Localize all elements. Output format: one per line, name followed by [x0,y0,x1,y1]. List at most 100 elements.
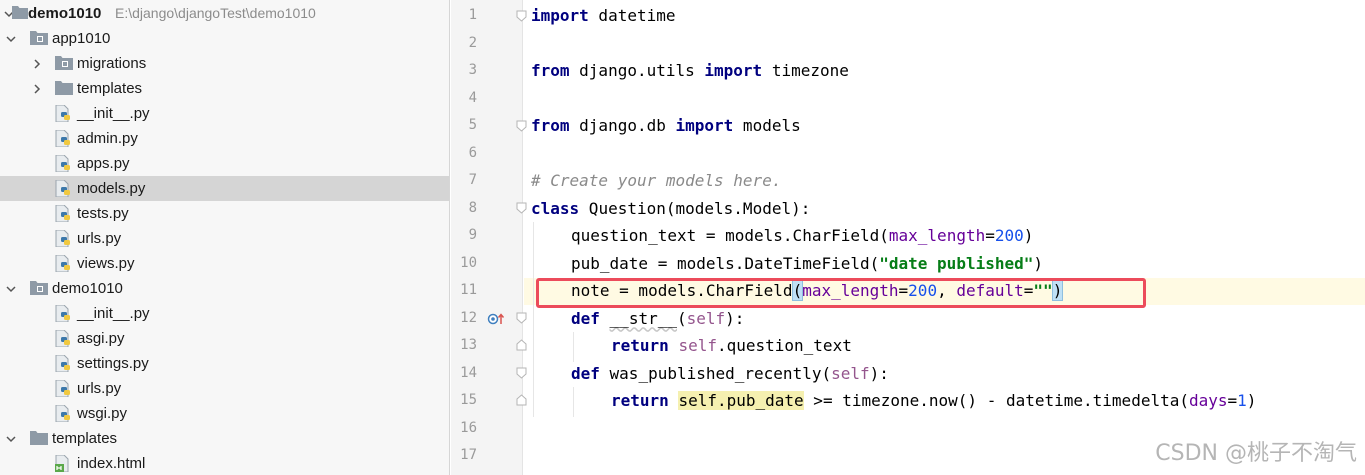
python-file-icon [55,154,73,173]
tree-item-apps-py[interactable]: apps.py [0,151,449,176]
chevron-right-icon[interactable] [30,51,44,76]
line-number: 8 [468,199,477,216]
chevron-down-icon[interactable] [4,26,18,51]
tree-item-label: demo1010 [52,280,123,297]
tree-item-views-py[interactable]: views.py [0,251,449,276]
import-name: models [733,116,801,135]
tree-item-label: tests.py [77,205,129,222]
module-name: django.utils [569,61,705,80]
python-file-icon [55,354,73,373]
tree-item-settings-py[interactable]: settings.py [0,351,449,376]
tree-item-wsgi-py[interactable]: wsgi.py [0,401,449,426]
line-number: 13 [460,337,477,353]
python-file-icon [55,129,73,148]
chevron-right-icon[interactable] [30,76,44,101]
tree-item-index-html[interactable]: index.html [0,451,449,475]
import-name: timezone [762,61,849,80]
line-number: 14 [460,364,477,381]
package-folder-icon [55,55,73,72]
fold-marker-icon[interactable] [516,367,527,379]
line-number: 9 [468,227,477,243]
tree-item-app1010[interactable]: app1010 [0,26,449,51]
tree-item-init-py[interactable]: __init__.py [0,101,449,126]
tree-item-label: models.py [77,180,146,197]
tree-item-demo1010[interactable]: demo1010 [0,276,449,301]
fold-end-icon[interactable] [516,394,527,406]
code-line-10: pub_date = models.DateTimeField("date pu… [571,250,1043,278]
chevron-down-icon[interactable] [4,426,18,451]
tree-item-templates[interactable]: templates [0,76,449,101]
tree-item-label: asgi.py [77,330,125,347]
code-line-12: def __str__(self): [571,305,744,333]
tree-item-label: templates [77,80,143,97]
param-name: max_length [888,226,986,245]
keyword-from: from [531,116,570,135]
tree-item-migrations[interactable]: migrations [0,51,449,76]
paren: ): [869,363,889,383]
tree-item-admin-py[interactable]: admin.py [0,126,449,151]
folder-icon [30,430,48,447]
tree-item-tests-py[interactable]: tests.py [0,201,449,226]
paren: ): [725,308,745,328]
tree-item-root-templates[interactable]: templates [0,426,449,451]
code-line-15: return self.pub_date >= timezone.now() -… [611,387,1256,415]
tree-item-label: __init__.py [77,305,150,322]
line-number: 3 [468,62,477,78]
fold-marker-icon[interactable] [516,202,527,214]
field-assignment: question_text = models.CharField( [571,226,889,245]
tree-item-label: templates [52,430,118,447]
line-number: 10 [460,254,477,271]
tree-item-label: app1010 [52,30,111,47]
line-number: 1 [468,7,477,23]
tree-root-name: demo1010 [28,5,102,22]
line-number: 15 [460,392,477,408]
indent-guide [573,332,574,362]
field-assignment: pub_date = models.DateTimeField( [571,253,880,273]
package-folder-icon [30,280,48,297]
tree-item-init-py[interactable]: __init__.py [0,301,449,326]
fold-marker-icon[interactable] [516,10,527,22]
override-method-icon[interactable] [487,311,507,330]
line-number: 7 [468,172,477,188]
tree-item-label: urls.py [77,380,122,397]
method-name: __str__ [609,308,677,328]
code-line-5: from django.db import models [531,112,801,140]
keyword-return: return [611,391,669,410]
module-name: django.db [569,116,676,135]
keyword-def: def [571,363,600,383]
fold-marker-icon[interactable] [516,120,527,132]
keyword-class: class [531,198,580,218]
line-number: 17 [460,447,477,463]
fold-marker-icon[interactable] [516,312,527,324]
chevron-down-icon[interactable] [4,276,18,301]
code-line-7: # Create your models here. [531,167,781,195]
line-number: 11 [460,282,477,298]
tree-root-row[interactable]: demo1010 E:\django\djangoTest\demo1010 [0,1,449,26]
code-line-14: def was_published_recently(self): [571,360,889,388]
python-file-icon [55,179,73,198]
python-file-icon [55,254,73,273]
tree-item-label: migrations [77,55,147,72]
package-folder-icon [30,30,48,47]
method-name: was_published_recently( [599,363,832,383]
python-file-icon [55,104,73,123]
line-number: 4 [468,89,477,106]
class-declaration: Question(models.Model): [579,198,811,218]
tree-item-asgi-py[interactable]: asgi.py [0,326,449,351]
string-literal: "date published" [879,253,1034,273]
tree-item-models-py[interactable]: models.py [0,176,449,201]
code-line-13: return self.question_text [611,332,852,360]
number-literal: 200 [994,226,1024,245]
number-literal: 1 [1237,391,1247,410]
tree-item-label: admin.py [77,130,138,147]
tree-item-urls-py[interactable]: urls.py [0,226,449,251]
tree-item-urls-py[interactable]: urls.py [0,376,449,401]
highlighted-attribute: self.pub_date [678,391,804,410]
expression: >= timezone.now() - datetime.timedelta( [803,391,1189,410]
fold-end-icon[interactable] [516,339,527,351]
keyword-import: import [675,116,734,135]
tree-item-label: views.py [77,255,135,272]
